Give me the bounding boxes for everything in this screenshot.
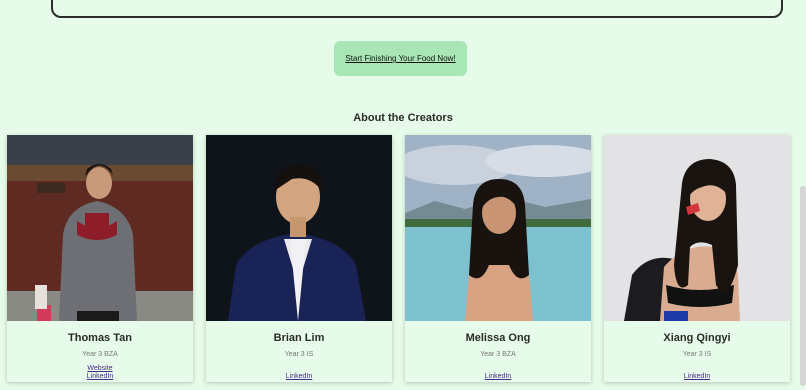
creator-links: Website LinkedIn (7, 365, 193, 381)
linkedin-link[interactable]: LinkedIn (7, 373, 193, 381)
scrollbar-thumb[interactable] (800, 186, 806, 386)
linkedin-link[interactable]: LinkedIn (604, 373, 790, 381)
linkedin-link[interactable]: LinkedIn (405, 373, 591, 381)
scrollbar-track[interactable] (800, 0, 806, 390)
creator-name: Xiang Qingyi (663, 332, 731, 344)
start-finishing-food-button[interactable]: Start Finishing Your Food Now! (334, 41, 467, 76)
website-link[interactable]: Website (7, 365, 193, 373)
creator-card: Brian Lim Year 3 IS LinkedIn (206, 135, 392, 382)
creator-links: LinkedIn (206, 365, 392, 381)
creator-name: Thomas Tan (68, 332, 132, 344)
creator-links: LinkedIn (604, 365, 790, 381)
creator-card: Melissa Ong Year 3 BZA LinkedIn (405, 135, 591, 382)
creator-year: Year 3 BZA (82, 351, 118, 358)
top-content-panel (51, 0, 783, 18)
creator-year: Year 3 IS (284, 351, 314, 358)
section-title: About the Creators (353, 112, 453, 124)
creator-name: Melissa Ong (465, 332, 531, 344)
creator-year: Year 3 IS (682, 351, 712, 358)
creator-name: Brian Lim (273, 332, 325, 344)
creator-links: LinkedIn (405, 365, 591, 381)
creator-card: Xiang Qingyi Year 3 IS LinkedIn (604, 135, 790, 382)
creator-photo (405, 135, 591, 321)
creator-year: Year 3 BZA (480, 351, 516, 358)
linkedin-link[interactable]: LinkedIn (206, 373, 392, 381)
creator-card: Thomas Tan Year 3 BZA Website LinkedIn (7, 135, 193, 382)
creator-photo (206, 135, 392, 321)
creator-photo (7, 135, 193, 321)
creator-photo (604, 135, 790, 321)
